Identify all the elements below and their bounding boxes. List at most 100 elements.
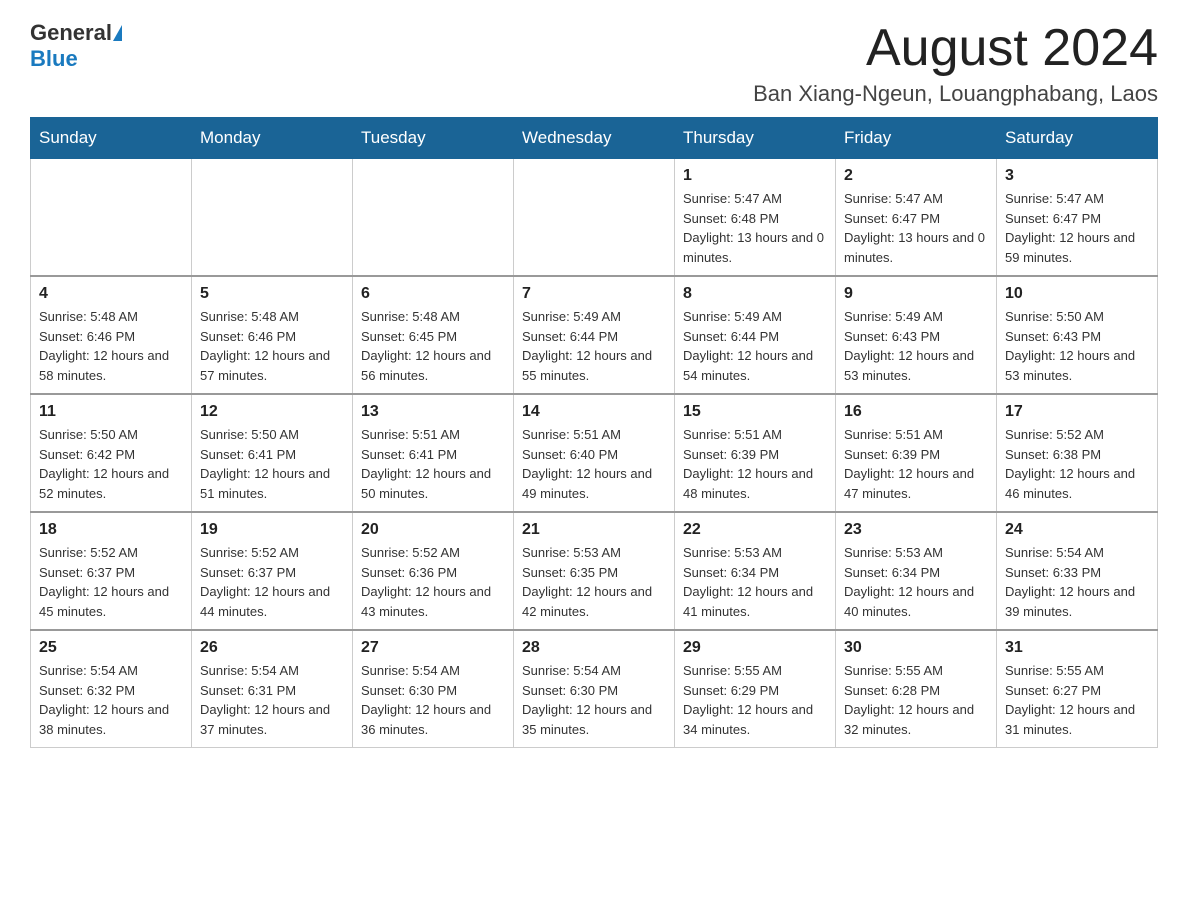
table-row: 22 Sunrise: 5:53 AMSunset: 6:34 PMDayligh… (675, 512, 836, 630)
table-row: 10 Sunrise: 5:50 AMSunset: 6:43 PMDayligh… (997, 276, 1158, 394)
table-row: 28 Sunrise: 5:54 AMSunset: 6:30 PMDayligh… (514, 630, 675, 748)
logo: General Blue (30, 20, 122, 72)
table-row: 2Sunrise: 5:47 AMSunset: 6:47 PMDaylight… (836, 159, 997, 277)
day-number: 14 (522, 403, 666, 421)
day-info: Sunrise: 5:52 AMSunset: 6:37 PMDaylight:… (39, 543, 183, 621)
table-row: 6Sunrise: 5:48 AMSunset: 6:45 PMDaylight… (353, 276, 514, 394)
day-number: 2 (844, 167, 988, 185)
day-info: Sunrise: 5:52 AMSunset: 6:37 PMDaylight:… (200, 543, 344, 621)
day-info: Sunrise: 5:54 AMSunset: 6:30 PMDaylight:… (522, 661, 666, 739)
day-info: Sunrise: 5:50 AMSunset: 6:41 PMDaylight:… (200, 425, 344, 503)
day-number: 12 (200, 403, 344, 421)
day-number: 11 (39, 403, 183, 421)
calendar-week-row: 18 Sunrise: 5:52 AMSunset: 6:37 PMDayligh… (31, 512, 1158, 630)
day-number: 20 (361, 521, 505, 539)
table-row: 11 Sunrise: 5:50 AMSunset: 6:42 PMDayligh… (31, 394, 192, 512)
col-saturday: Saturday (997, 118, 1158, 159)
day-info: Sunrise: 5:53 AMSunset: 6:35 PMDaylight:… (522, 543, 666, 621)
day-info: Sunrise: 5:49 AMSunset: 6:44 PMDaylight:… (683, 307, 827, 385)
month-year-title: August 2024 (753, 20, 1158, 77)
day-info: Sunrise: 5:50 AMSunset: 6:43 PMDaylight:… (1005, 307, 1149, 385)
table-row: 19 Sunrise: 5:52 AMSunset: 6:37 PMDayligh… (192, 512, 353, 630)
calendar-header-row: Sunday Monday Tuesday Wednesday Thursday… (31, 118, 1158, 159)
table-row: 3 Sunrise: 5:47 AMSunset: 6:47 PMDaylight… (997, 159, 1158, 277)
table-row: 30 Sunrise: 5:55 AMSunset: 6:28 PMDayligh… (836, 630, 997, 748)
day-number: 10 (1005, 285, 1149, 303)
col-sunday: Sunday (31, 118, 192, 159)
day-info: Sunrise: 5:54 AMSunset: 6:32 PMDaylight:… (39, 661, 183, 739)
calendar-week-row: 4 Sunrise: 5:48 AMSunset: 6:46 PMDaylight… (31, 276, 1158, 394)
table-row: 17 Sunrise: 5:52 AMSunset: 6:38 PMDayligh… (997, 394, 1158, 512)
day-info: Sunrise: 5:54 AMSunset: 6:31 PMDaylight:… (200, 661, 344, 739)
day-info: Sunrise: 5:54 AMSunset: 6:33 PMDaylight:… (1005, 543, 1149, 621)
day-info: Sunrise: 5:50 AMSunset: 6:42 PMDaylight:… (39, 425, 183, 503)
table-row: 5Sunrise: 5:48 AMSunset: 6:46 PMDaylight… (192, 276, 353, 394)
table-row: 18 Sunrise: 5:52 AMSunset: 6:37 PMDayligh… (31, 512, 192, 630)
table-row: 23 Sunrise: 5:53 AMSunset: 6:34 PMDayligh… (836, 512, 997, 630)
day-number: 22 (683, 521, 827, 539)
day-info: Sunrise: 5:55 AMSunset: 6:29 PMDaylight:… (683, 661, 827, 739)
col-thursday: Thursday (675, 118, 836, 159)
day-info: Sunrise: 5:53 AMSunset: 6:34 PMDaylight:… (844, 543, 988, 621)
logo-text-general: General (30, 20, 112, 46)
day-number: 8 (683, 285, 827, 303)
col-friday: Friday (836, 118, 997, 159)
calendar-week-row: 1 Sunrise: 5:47 AMSunset: 6:48 PMDaylight… (31, 159, 1158, 277)
day-info: Sunrise: 5:51 AMSunset: 6:39 PMDaylight:… (683, 425, 827, 503)
day-info: Sunrise: 5:51 AMSunset: 6:39 PMDaylight:… (844, 425, 988, 503)
day-info: Sunrise: 5:55 AMSunset: 6:27 PMDaylight:… (1005, 661, 1149, 739)
day-number: 23 (844, 521, 988, 539)
table-row: 9Sunrise: 5:49 AMSunset: 6:43 PMDaylight… (836, 276, 997, 394)
table-row: 25 Sunrise: 5:54 AMSunset: 6:32 PMDayligh… (31, 630, 192, 748)
day-number: 19 (200, 521, 344, 539)
day-info: Sunrise: 5:47 AMSunset: 6:48 PMDaylight:… (683, 189, 827, 267)
day-info: Sunrise: 5:48 AMSunset: 6:46 PMDaylight:… (39, 307, 183, 385)
table-row: 20Sunrise: 5:52 AMSunset: 6:36 PMDayligh… (353, 512, 514, 630)
day-info: Sunrise: 5:51 AMSunset: 6:41 PMDaylight:… (361, 425, 505, 503)
day-info: Sunrise: 5:54 AMSunset: 6:30 PMDaylight:… (361, 661, 505, 739)
table-row: 26 Sunrise: 5:54 AMSunset: 6:31 PMDayligh… (192, 630, 353, 748)
col-wednesday: Wednesday (514, 118, 675, 159)
day-number: 29 (683, 639, 827, 657)
day-number: 7 (522, 285, 666, 303)
day-number: 16 (844, 403, 988, 421)
day-info: Sunrise: 5:55 AMSunset: 6:28 PMDaylight:… (844, 661, 988, 739)
day-number: 31 (1005, 639, 1149, 657)
table-row (353, 159, 514, 277)
table-row: 13 Sunrise: 5:51 AMSunset: 6:41 PMDayligh… (353, 394, 514, 512)
day-number: 15 (683, 403, 827, 421)
logo-text-blue: Blue (30, 46, 78, 71)
table-row: 24Sunrise: 5:54 AMSunset: 6:33 PMDayligh… (997, 512, 1158, 630)
table-row (192, 159, 353, 277)
day-number: 9 (844, 285, 988, 303)
calendar-table: Sunday Monday Tuesday Wednesday Thursday… (30, 117, 1158, 748)
day-number: 27 (361, 639, 505, 657)
table-row: 16 Sunrise: 5:51 AMSunset: 6:39 PMDayligh… (836, 394, 997, 512)
page-header: General Blue August 2024 Ban Xiang-Ngeun… (30, 20, 1158, 107)
table-row: 21Sunrise: 5:53 AMSunset: 6:35 PMDayligh… (514, 512, 675, 630)
table-row: 12 Sunrise: 5:50 AMSunset: 6:41 PMDayligh… (192, 394, 353, 512)
day-info: Sunrise: 5:47 AMSunset: 6:47 PMDaylight:… (1005, 189, 1149, 267)
table-row: 14Sunrise: 5:51 AMSunset: 6:40 PMDayligh… (514, 394, 675, 512)
day-number: 26 (200, 639, 344, 657)
table-row: 4 Sunrise: 5:48 AMSunset: 6:46 PMDaylight… (31, 276, 192, 394)
day-number: 28 (522, 639, 666, 657)
day-number: 5 (200, 285, 344, 303)
day-number: 3 (1005, 167, 1149, 185)
day-number: 13 (361, 403, 505, 421)
day-number: 25 (39, 639, 183, 657)
day-number: 1 (683, 167, 827, 185)
table-row: 1 Sunrise: 5:47 AMSunset: 6:48 PMDaylight… (675, 159, 836, 277)
table-row: 15 Sunrise: 5:51 AMSunset: 6:39 PMDayligh… (675, 394, 836, 512)
day-info: Sunrise: 5:53 AMSunset: 6:34 PMDaylight:… (683, 543, 827, 621)
day-info: Sunrise: 5:48 AMSunset: 6:45 PMDaylight:… (361, 307, 505, 385)
day-number: 18 (39, 521, 183, 539)
calendar-week-row: 25 Sunrise: 5:54 AMSunset: 6:32 PMDayligh… (31, 630, 1158, 748)
day-info: Sunrise: 5:52 AMSunset: 6:38 PMDaylight:… (1005, 425, 1149, 503)
table-row: 7Sunrise: 5:49 AMSunset: 6:44 PMDaylight… (514, 276, 675, 394)
calendar-week-row: 11 Sunrise: 5:50 AMSunset: 6:42 PMDayligh… (31, 394, 1158, 512)
col-tuesday: Tuesday (353, 118, 514, 159)
day-number: 17 (1005, 403, 1149, 421)
day-number: 4 (39, 285, 183, 303)
day-number: 30 (844, 639, 988, 657)
